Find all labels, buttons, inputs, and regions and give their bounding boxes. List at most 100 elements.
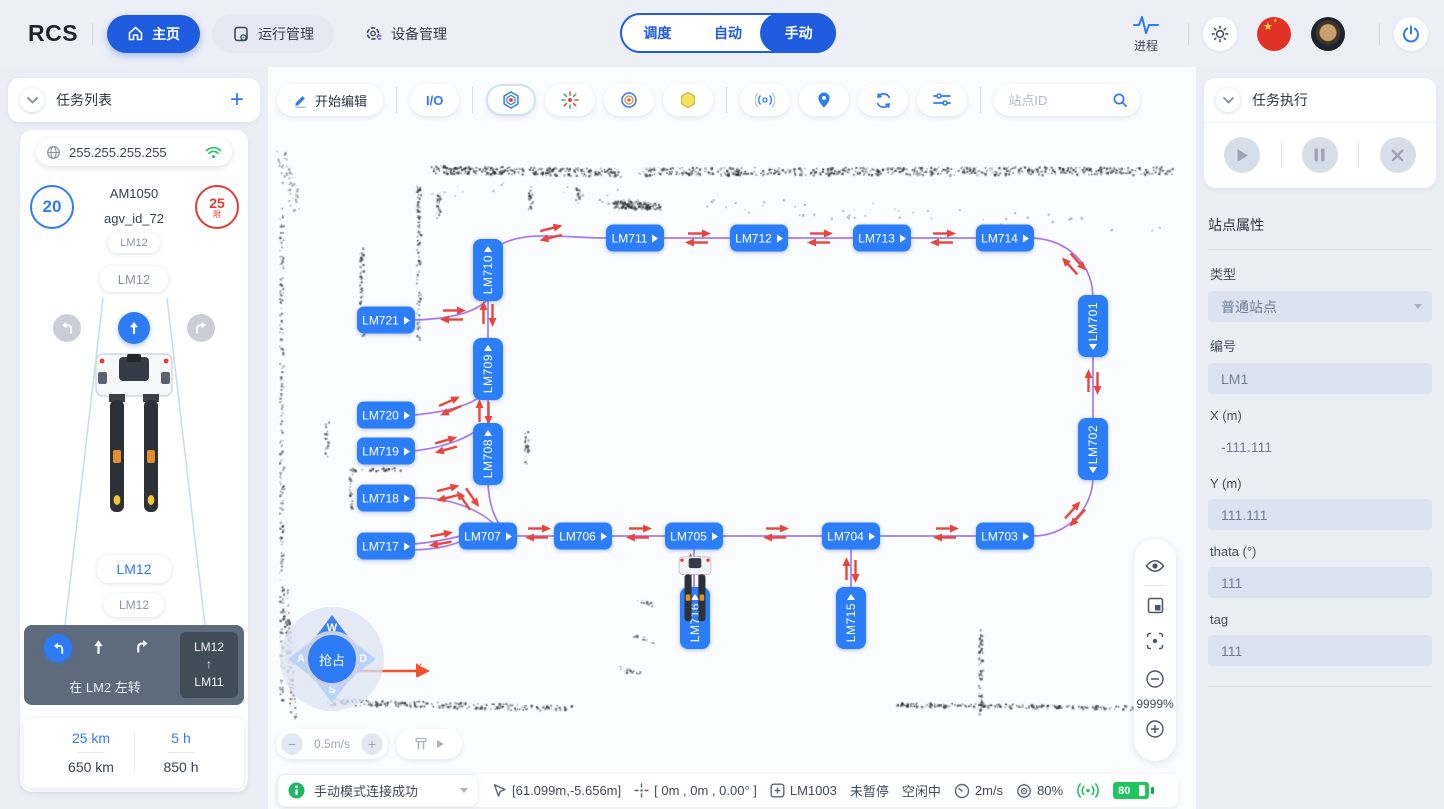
nav-device-management[interactable]: 设备管理 <box>344 15 467 53</box>
nav-turn-left-button[interactable] <box>44 634 72 662</box>
property-value-1[interactable]: LM1 <box>1208 363 1432 394</box>
collapse-task-list-button[interactable] <box>20 88 44 112</box>
direction-icon <box>652 234 658 242</box>
station-node-LM702[interactable]: LM702 <box>1078 418 1108 480</box>
mode-auto[interactable]: 自动 <box>693 23 764 43</box>
property-value-3[interactable]: 111.111 <box>1208 499 1432 530</box>
nav-run-management[interactable]: 运行管理 <box>212 15 334 53</box>
station-node-LM706[interactable]: LM706 <box>554 523 612 550</box>
refresh-icon <box>874 91 893 110</box>
direction-icon <box>869 532 875 540</box>
zoom-in-button[interactable] <box>1140 714 1170 744</box>
vehicle-card: 255.255.255.255 20 25 限 AM1050 agv_id_72… <box>20 130 248 792</box>
direction-icon <box>484 430 492 436</box>
cursor-position-value: [61.099m,-5.656m] <box>512 783 621 798</box>
station-properties-panel: 站点属性 类型普通站点编号LM1X (m)-111.111Y (m)111.11… <box>1208 207 1432 691</box>
station-node-LM701[interactable]: LM701 <box>1078 295 1108 357</box>
property-value-5[interactable]: 111 <box>1208 635 1432 666</box>
task-list-title: 任务列表 <box>56 90 230 110</box>
station-node-LM709[interactable]: LM709 <box>473 338 503 400</box>
vehicle-model: AM1050 <box>20 186 248 201</box>
collapse-task-exec-button[interactable] <box>1216 88 1240 112</box>
map-region[interactable]: LM710 LM711 LM712 LM713 LM714 LM701 LM721 LM709… <box>268 67 1196 809</box>
pin-layer-button[interactable] <box>799 84 849 116</box>
station-label: LM713 <box>858 231 895 245</box>
power-button[interactable] <box>1394 17 1428 51</box>
idle-state: 空闲中 <box>902 781 941 800</box>
eye-icon <box>1145 559 1165 573</box>
io-button[interactable]: I/O <box>410 84 459 116</box>
start-edit-button[interactable]: 开始编辑 <box>277 84 383 116</box>
vehicle-ip[interactable]: 255.255.255.255 <box>36 138 232 166</box>
task-cancel-button[interactable] <box>1380 137 1416 173</box>
turn-right-button[interactable] <box>187 314 215 342</box>
chevron-down-icon <box>1414 304 1422 309</box>
chevron-down-icon <box>1223 97 1234 104</box>
station-node-LM710[interactable]: LM710 <box>473 239 503 301</box>
area-layer-button[interactable] <box>663 84 713 116</box>
filter-button[interactable] <box>917 84 967 116</box>
speed-increase-button[interactable]: + <box>361 733 383 755</box>
language-flag-button[interactable]: ★ ★ <box>1257 17 1291 51</box>
seize-control-button[interactable]: 抢占 <box>304 631 360 687</box>
property-select-0[interactable]: 普通站点 <box>1208 291 1432 322</box>
rings-layer-button[interactable] <box>604 84 654 116</box>
battery-value: 80 <box>1118 785 1130 797</box>
mode-manual[interactable]: 手动 <box>763 23 834 43</box>
connection-status-dropdown[interactable]: 手动模式连接成功 <box>277 774 479 807</box>
station-node-LM718[interactable]: LM718 <box>357 485 415 512</box>
speed-decrease-button[interactable]: − <box>281 733 303 755</box>
minimap-button[interactable] <box>1140 590 1170 620</box>
station-node-LM717[interactable]: LM717 <box>357 533 415 560</box>
fork-icon <box>414 737 428 751</box>
robot-speed: 2m/s <box>954 783 1003 799</box>
direction-icon <box>506 532 512 540</box>
property-value-4[interactable]: 111 <box>1208 567 1432 598</box>
task-play-button[interactable] <box>1224 137 1260 173</box>
refresh-button[interactable] <box>858 84 908 116</box>
station-node-LM703[interactable]: LM703 <box>976 523 1034 550</box>
station-label: LM721 <box>362 313 399 327</box>
radar-layer-button[interactable] <box>740 84 790 116</box>
agv-robot[interactable] <box>676 556 714 628</box>
station-label: LM710 <box>481 255 495 294</box>
zoom-out-button[interactable] <box>1140 664 1170 694</box>
nav-home[interactable]: 主页 <box>107 15 200 53</box>
nav-home-label: 主页 <box>152 24 180 44</box>
robot-pose: [ 0m , 0m , 0.00° ] <box>634 783 757 798</box>
station-node-LM708[interactable]: LM708 <box>473 423 503 485</box>
station-label: LM711 <box>612 231 648 245</box>
station-node-LM714[interactable]: LM714 <box>976 225 1034 252</box>
station-layer-button[interactable] <box>486 84 536 116</box>
station-node-LM707[interactable]: LM707 <box>459 523 517 550</box>
turn-left-button[interactable] <box>53 314 81 342</box>
divider <box>92 23 93 45</box>
scatter-icon <box>560 90 580 110</box>
brightness-button[interactable] <box>1203 17 1237 51</box>
station-search-input[interactable] <box>1006 92 1112 109</box>
station-node-LM713[interactable]: LM713 <box>853 225 911 252</box>
go-forward-button[interactable] <box>118 312 150 344</box>
nav-forward-icon <box>90 638 107 656</box>
station-node-LM712[interactable]: LM712 <box>730 225 788 252</box>
mileage-card: 25 km 650 km 5 h 850 h <box>24 718 244 788</box>
process-button[interactable]: 进程 <box>1132 14 1160 54</box>
add-task-button[interactable]: + <box>230 88 244 112</box>
station-node-LM704[interactable]: LM704 <box>822 523 880 550</box>
task-pause-button[interactable] <box>1302 137 1338 173</box>
station-node-LM715[interactable]: LM715 <box>836 587 866 649</box>
fork-control[interactable] <box>396 729 462 759</box>
user-avatar[interactable] <box>1311 17 1345 51</box>
mode-dispatch[interactable]: 调度 <box>622 23 693 43</box>
divider <box>1379 23 1380 45</box>
station-node-LM719[interactable]: LM719 <box>357 438 415 465</box>
center-focus-button[interactable] <box>1140 626 1170 656</box>
station-label: LM705 <box>670 529 707 543</box>
scatter-layer-button[interactable] <box>545 84 595 116</box>
station-node-LM711[interactable]: LM711 <box>606 225 664 252</box>
station-node-LM705[interactable]: LM705 <box>665 523 723 550</box>
map-toolbar: 开始编辑 I/O <box>277 84 1140 116</box>
station-node-LM720[interactable]: LM720 <box>357 402 415 429</box>
station-node-LM721[interactable]: LM721 <box>357 307 415 334</box>
visibility-button[interactable] <box>1140 551 1170 581</box>
